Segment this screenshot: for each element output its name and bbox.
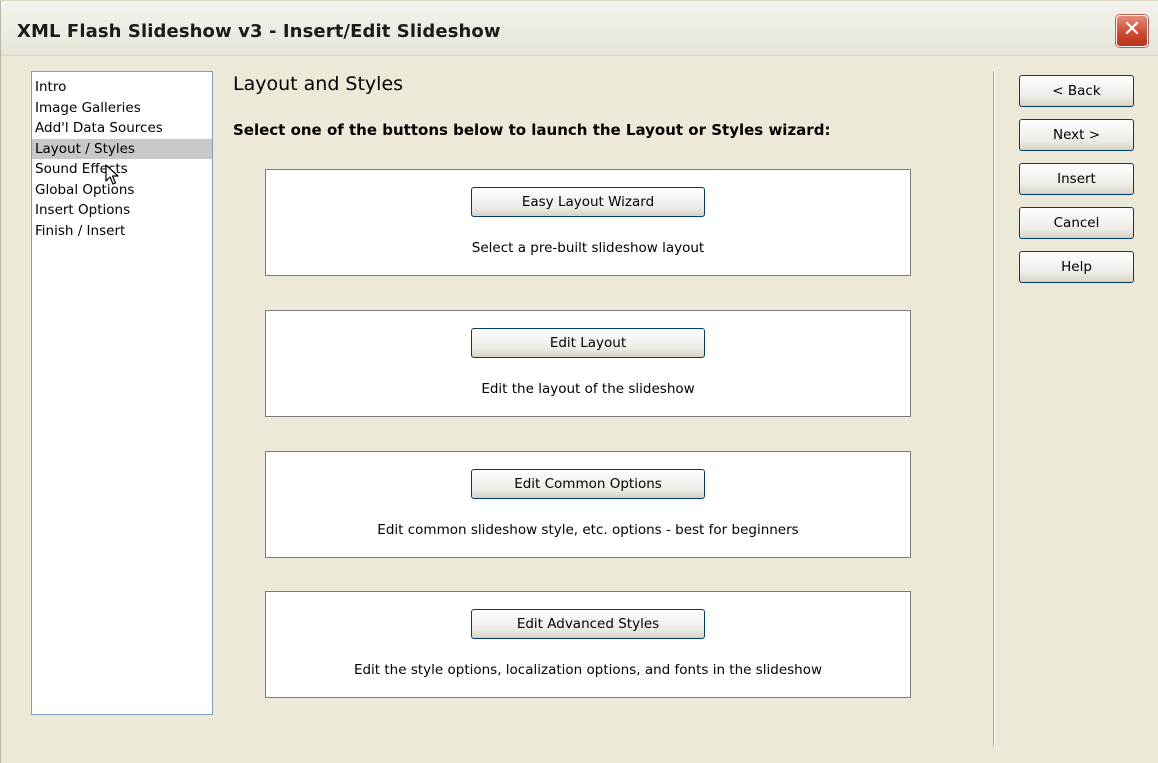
close-button[interactable]: ✕ <box>1116 15 1148 47</box>
nav-item-finish-insert[interactable]: Finish / Insert <box>32 221 212 242</box>
page-title: Layout and Styles <box>233 73 404 95</box>
edit-advanced-styles-button[interactable]: Edit Advanced Styles <box>471 609 705 639</box>
edit-common-options-button[interactable]: Edit Common Options <box>471 469 705 499</box>
edit-layout-button[interactable]: Edit Layout <box>471 328 705 358</box>
advanced-styles-panel: Edit Advanced Styles Edit the style opti… <box>265 591 911 698</box>
easy-layout-description: Select a pre-built slideshow layout <box>471 240 705 256</box>
title-bar: XML Flash Slideshow v3 - Insert/Edit Sli… <box>1 1 1158 56</box>
advanced-styles-description: Edit the style options, localization opt… <box>353 662 823 678</box>
nav-item-image-galleries[interactable]: Image Galleries <box>32 98 212 119</box>
easy-layout-panel: Easy Layout Wizard Select a pre-built sl… <box>265 169 911 276</box>
common-options-description: Edit common slideshow style, etc. option… <box>377 522 799 538</box>
back-button[interactable]: < Back <box>1019 75 1134 107</box>
mouse-pointer-icon <box>105 164 119 185</box>
instruction-text: Select one of the buttons below to launc… <box>233 121 831 139</box>
insert-edit-slideshow-dialog: XML Flash Slideshow v3 - Insert/Edit Sli… <box>0 0 1158 763</box>
cancel-button[interactable]: Cancel <box>1019 207 1134 239</box>
insert-button[interactable]: Insert <box>1019 163 1134 195</box>
edit-layout-description: Edit the layout of the slideshow <box>481 381 695 397</box>
main-content: Layout and Styles Select one of the butt… <box>231 61 971 741</box>
vertical-divider <box>993 71 994 747</box>
common-options-panel: Edit Common Options Edit common slidesho… <box>265 451 911 558</box>
nav-item-layout-styles[interactable]: Layout / Styles <box>32 138 212 159</box>
easy-layout-wizard-button[interactable]: Easy Layout Wizard <box>471 187 705 217</box>
nav-item-intro[interactable]: Intro <box>32 77 212 98</box>
window-title: XML Flash Slideshow v3 - Insert/Edit Sli… <box>17 21 501 42</box>
wizard-step-list[interactable]: Intro Image Galleries Add'l Data Sources… <box>31 71 213 715</box>
nav-item-insert-options[interactable]: Insert Options <box>32 200 212 221</box>
next-button[interactable]: Next > <box>1019 119 1134 151</box>
nav-item-sound-effects[interactable]: Sound Effects <box>32 159 212 180</box>
close-icon: ✕ <box>1122 17 1142 42</box>
nav-item-global-options[interactable]: Global Options <box>32 180 212 201</box>
help-button[interactable]: Help <box>1019 251 1134 283</box>
edit-layout-panel: Edit Layout Edit the layout of the slide… <box>265 310 911 417</box>
nav-item-data-sources[interactable]: Add'l Data Sources <box>32 118 212 139</box>
